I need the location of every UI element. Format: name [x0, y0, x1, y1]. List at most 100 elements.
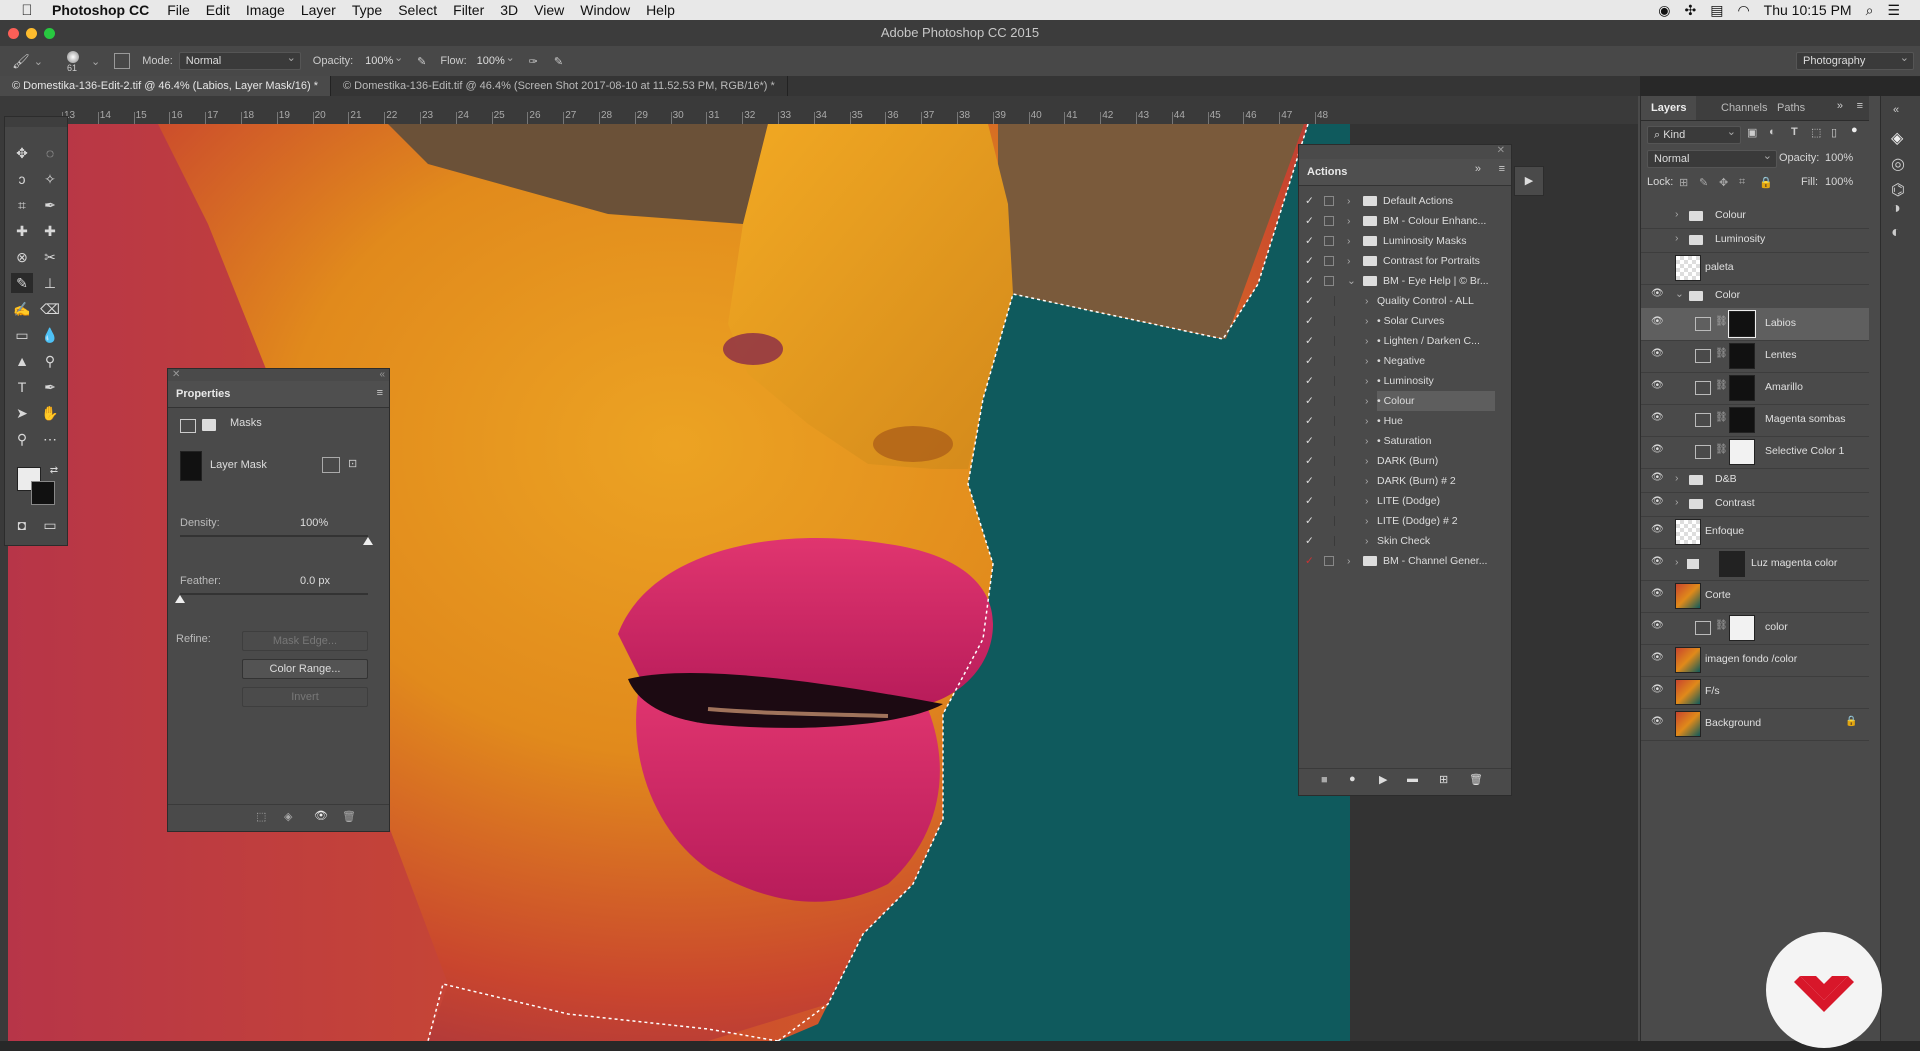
- swap-colors-icon[interactable]: ⇄: [43, 461, 65, 481]
- layer-name[interactable]: Amarillo: [1765, 381, 1803, 393]
- network-icon[interactable]: ✣: [1684, 2, 1696, 19]
- visibility-eye-icon[interactable]: 👁: [1651, 444, 1664, 455]
- visibility-eye-icon[interactable]: 👁: [1651, 472, 1664, 483]
- layer-row[interactable]: 👁 › D&B: [1641, 468, 1869, 493]
- brush-panel-toggle-icon[interactable]: [114, 53, 131, 69]
- history-brush-tool-icon[interactable]: ✍: [11, 299, 33, 319]
- action-row[interactable]: ✓ › LITE (Dodge) # 2: [1299, 511, 1511, 531]
- action-row[interactable]: ✓ › • Luminosity: [1299, 371, 1511, 391]
- workspace-dropdown[interactable]: Photography: [1796, 50, 1914, 70]
- layer-thumbnail[interactable]: [1675, 647, 1701, 673]
- action-enabled-checkbox[interactable]: ✓: [1305, 331, 1317, 351]
- eyedropper-tool-icon[interactable]: ✒: [39, 195, 61, 215]
- filter-adjustment-icon[interactable]: ◐: [1769, 126, 1776, 138]
- screen-mode-icon[interactable]: ▭: [39, 515, 61, 535]
- chevron-right-icon[interactable]: ›: [1365, 371, 1369, 391]
- action-row[interactable]: ✓ › • Negative: [1299, 351, 1511, 371]
- chevron-right-icon[interactable]: ›: [1675, 496, 1679, 508]
- visibility-eye-icon[interactable]: 👁: [1651, 316, 1664, 327]
- action-row[interactable]: ✓ › • Saturation: [1299, 431, 1511, 451]
- action-dialog-toggle[interactable]: [1324, 296, 1335, 306]
- zoom-tool-icon[interactable]: ⚲: [11, 429, 33, 449]
- layer-name[interactable]: Luminosity: [1715, 233, 1765, 245]
- action-enabled-checkbox[interactable]: ✓: [1305, 291, 1317, 311]
- tab-layers[interactable]: Layers: [1641, 96, 1697, 120]
- lock-pixels-icon[interactable]: ✎: [1699, 176, 1708, 189]
- chevron-right-icon[interactable]: ›: [1675, 232, 1679, 244]
- action-dialog-toggle[interactable]: [1324, 416, 1335, 426]
- action-dialog-toggle[interactable]: [1324, 336, 1335, 346]
- action-enabled-checkbox[interactable]: ✓: [1305, 211, 1317, 231]
- actions-collapsed-play-icon[interactable]: ▶: [1514, 166, 1544, 196]
- layer-mask-thumbnail[interactable]: [1729, 343, 1755, 369]
- action-dialog-toggle[interactable]: [1324, 216, 1334, 226]
- feather-value[interactable]: 0.0 px: [300, 575, 330, 587]
- chevron-right-icon[interactable]: ›: [1365, 351, 1369, 371]
- chevron-down-icon[interactable]: ⌄: [1347, 271, 1356, 291]
- pixel-mask-icon[interactable]: [180, 419, 196, 433]
- action-row[interactable]: ✓ › Quality Control - ALL: [1299, 291, 1511, 311]
- visibility-eye-icon[interactable]: 👁: [1651, 348, 1664, 359]
- action-row[interactable]: ✓ ⌄ BM - Eye Help | © Br...: [1299, 271, 1511, 291]
- dodge-tool-icon[interactable]: ⚲: [39, 351, 61, 371]
- zoom-window-button[interactable]: [44, 28, 55, 39]
- menu-image[interactable]: Image: [244, 2, 287, 18]
- invert-button[interactable]: Invert: [242, 687, 368, 707]
- visibility-eye-icon[interactable]: 👁: [1651, 380, 1664, 391]
- adjustments-panel-icon[interactable]: ◑: [1891, 200, 1901, 218]
- collapse-actions-icon[interactable]: »: [1475, 163, 1481, 175]
- action-row[interactable]: ✓ › BM - Colour Enhanc...: [1299, 211, 1511, 231]
- panel-menu-icon[interactable]: ≡: [377, 387, 383, 399]
- flag-icon[interactable]: ▤: [1710, 2, 1723, 19]
- layer-mask-thumbnail[interactable]: [1728, 310, 1756, 338]
- layer-name[interactable]: paleta: [1705, 261, 1734, 273]
- menu-select[interactable]: Select: [396, 2, 439, 18]
- link-icon[interactable]: ⛓: [1715, 316, 1728, 327]
- filter-shape-icon[interactable]: ⬚: [1811, 126, 1821, 139]
- layer-row[interactable]: 👁 Enfoque: [1641, 516, 1869, 549]
- layer-name[interactable]: Lentes: [1765, 349, 1797, 361]
- chevron-right-icon[interactable]: ›: [1347, 231, 1351, 251]
- layer-name[interactable]: Magenta sombas: [1765, 413, 1846, 425]
- new-set-icon[interactable]: ▬: [1407, 773, 1418, 785]
- action-row[interactable]: ✓ › • Lighten / Darken C...: [1299, 331, 1511, 351]
- layer-row[interactable]: 👁 ⛓ Lentes: [1641, 340, 1869, 373]
- action-dialog-toggle[interactable]: [1324, 436, 1335, 446]
- tab-paths[interactable]: Paths: [1767, 96, 1815, 120]
- layer-row[interactable]: 👁 Corte: [1641, 580, 1869, 613]
- mode-dropdown[interactable]: Normal: [178, 50, 301, 70]
- actions-menu-icon[interactable]: ≡: [1499, 163, 1505, 175]
- layer-mask-thumbnail[interactable]: [1729, 375, 1755, 401]
- layer-opacity-field[interactable]: 100%: [1825, 152, 1853, 164]
- chevron-right-icon[interactable]: ›: [1675, 208, 1679, 220]
- layer-row[interactable]: 👁 ⛓ color: [1641, 612, 1869, 645]
- clock[interactable]: Thu 10:15 PM: [1764, 2, 1852, 18]
- filter-pixel-icon[interactable]: ▣: [1747, 126, 1757, 139]
- layer-row[interactable]: 👁 › Luz magenta color: [1641, 548, 1869, 581]
- chevron-down-icon[interactable]: ⌄: [1675, 288, 1684, 300]
- menu-filter[interactable]: Filter: [451, 2, 486, 18]
- filter-type-icon[interactable]: T: [1791, 126, 1798, 138]
- chevron-right-icon[interactable]: ›: [1365, 491, 1369, 511]
- layers-menu-icon[interactable]: ≡: [1857, 100, 1863, 112]
- chevron-right-icon[interactable]: ›: [1347, 191, 1351, 211]
- layer-row[interactable]: 👁 ⛓ Labios: [1641, 308, 1869, 341]
- minimize-window-button[interactable]: [26, 28, 37, 39]
- filter-kind-dropdown[interactable]: ⌕ Kind: [1647, 124, 1741, 144]
- chevron-right-icon[interactable]: ›: [1365, 391, 1369, 411]
- layer-name[interactable]: Corte: [1705, 589, 1731, 601]
- action-enabled-checkbox[interactable]: ✓: [1305, 471, 1317, 491]
- layer-name[interactable]: color: [1765, 621, 1788, 633]
- action-row[interactable]: ✓ › DARK (Burn): [1299, 451, 1511, 471]
- libraries-panel-icon[interactable]: ◎: [1891, 154, 1905, 174]
- density-slider[interactable]: [180, 535, 368, 537]
- record-action-icon[interactable]: ●: [1349, 773, 1356, 785]
- layer-row[interactable]: paleta: [1641, 252, 1869, 285]
- toggle-mask-visibility-icon[interactable]: 👁: [314, 809, 328, 822]
- lock-all-icon[interactable]: 🔒: [1759, 176, 1773, 189]
- action-dialog-toggle[interactable]: [1324, 256, 1334, 266]
- mask-edge-button[interactable]: Mask Edge...: [242, 631, 368, 651]
- chevron-right-icon[interactable]: ›: [1365, 291, 1369, 311]
- action-dialog-toggle[interactable]: [1324, 376, 1335, 386]
- layer-name[interactable]: Labios: [1765, 317, 1796, 329]
